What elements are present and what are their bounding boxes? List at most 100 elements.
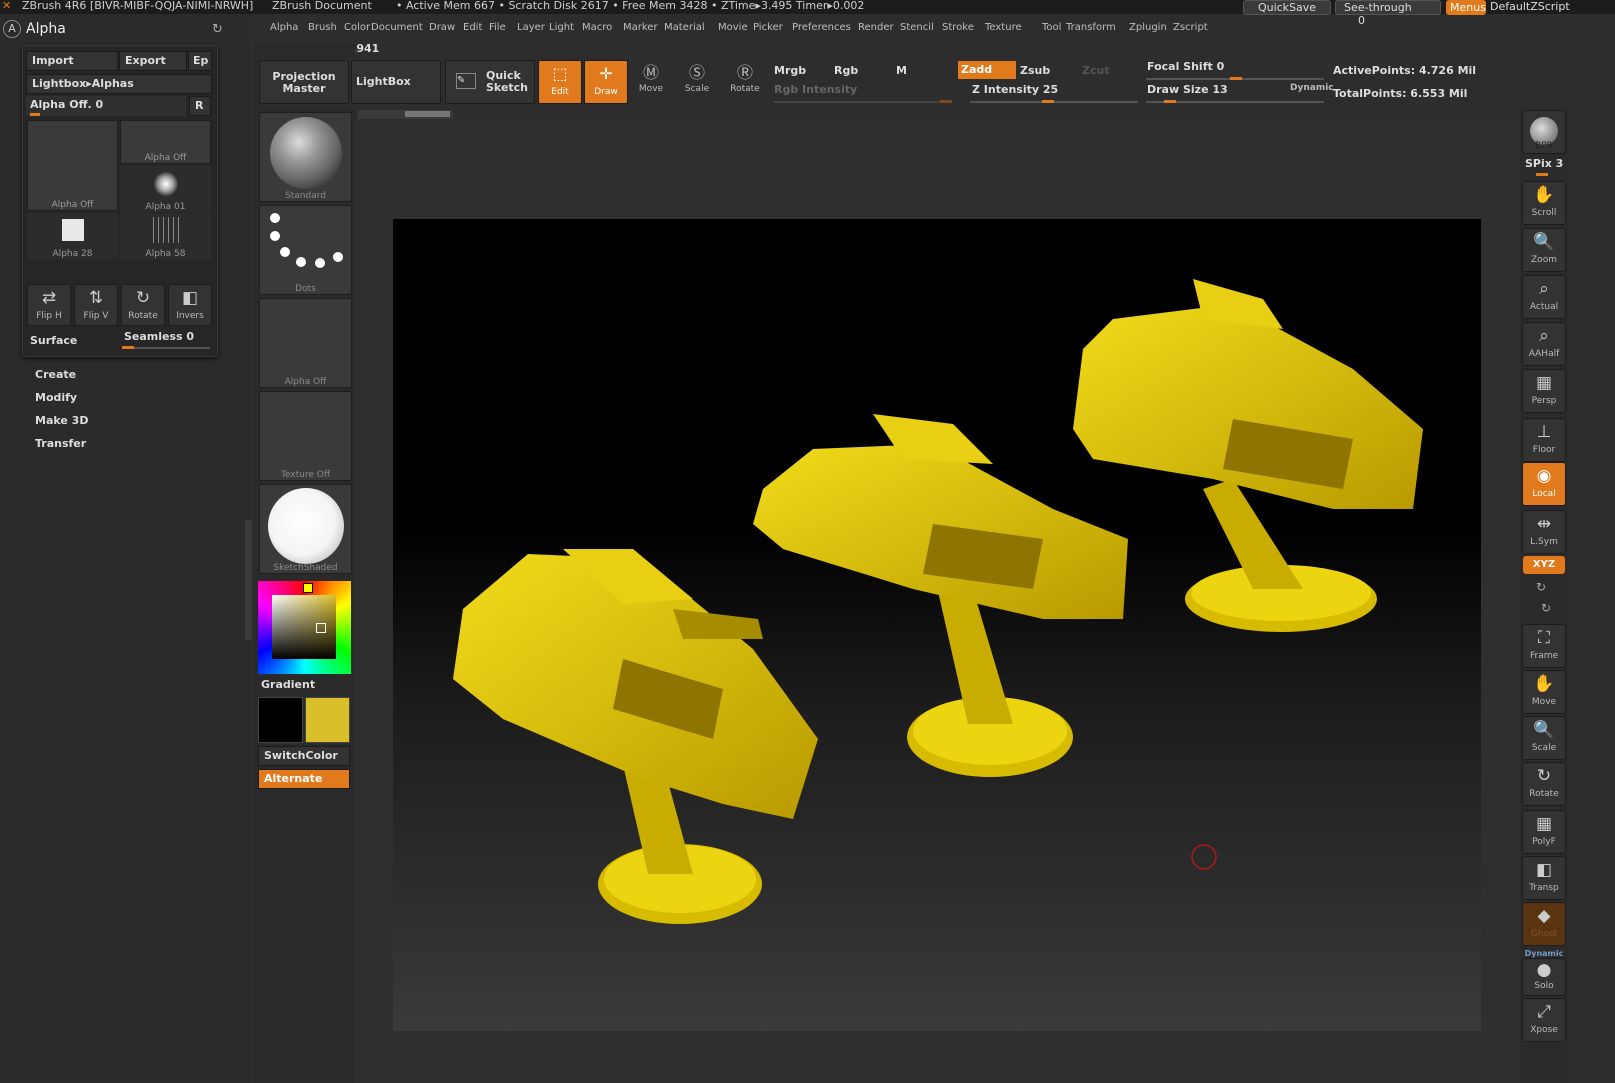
scroll-button[interactable]: ✋ Scroll — [1522, 181, 1566, 225]
menu-material[interactable]: Material — [664, 22, 705, 33]
lightbox-button[interactable]: LightBox — [351, 60, 441, 104]
rotate-y-icon[interactable]: ↻ — [1536, 580, 1546, 594]
menu-movie[interactable]: Movie — [718, 22, 748, 33]
modify-menu[interactable]: Modify — [35, 391, 77, 404]
menu-stencil[interactable]: Stencil — [900, 22, 934, 33]
m-button[interactable]: M — [896, 64, 907, 77]
transfer-menu[interactable]: Transfer — [35, 437, 86, 450]
menu-transform[interactable]: Transform — [1066, 22, 1116, 33]
polyf-button[interactable]: ▦ PolyF — [1522, 810, 1566, 854]
alpha-58-thumb[interactable]: Alpha 58 — [120, 213, 211, 259]
menu-document[interactable]: Document — [371, 22, 423, 33]
rgb-button[interactable]: Rgb — [834, 64, 858, 77]
menu-picker[interactable]: Picker — [753, 22, 783, 33]
stroke-dots-tile[interactable]: Dots — [259, 205, 352, 295]
draw-button[interactable]: ✛ Draw — [584, 60, 628, 104]
rotate-z-icon[interactable]: ↻ — [1541, 601, 1551, 615]
menu-file[interactable]: File — [489, 22, 506, 33]
surface-button[interactable]: Surface — [30, 334, 77, 347]
menu-render[interactable]: Render — [858, 22, 894, 33]
menu-tool[interactable]: Tool — [1042, 22, 1061, 33]
default-zscript-button[interactable]: DefaultZScript — [1490, 0, 1615, 13]
ghost-button[interactable]: ◆ Ghost — [1522, 902, 1566, 946]
draw-size-slider[interactable]: Draw Size 13 Dynamic — [1146, 82, 1334, 104]
export-button[interactable]: Export — [119, 51, 187, 71]
local-button[interactable]: ◉ Local — [1522, 462, 1566, 506]
menu-edit[interactable]: Edit — [463, 22, 482, 33]
ep-button[interactable]: Ep — [188, 51, 212, 71]
alpha-off-tile[interactable]: Alpha Off — [259, 298, 352, 388]
menu-alpha[interactable]: Alpha — [270, 22, 298, 33]
rgb-intensity-slider[interactable]: Rgb Intensity — [774, 82, 954, 104]
z-intensity-slider[interactable]: Z Intensity 25 — [970, 82, 1140, 104]
flip-h-button[interactable]: ⇄ Flip H — [27, 284, 71, 326]
canvas-scroll-track[interactable] — [358, 110, 453, 119]
xyz-symmetry-button[interactable]: XYZ — [1523, 556, 1565, 574]
scale-mode-button[interactable]: Ⓢ Scale — [676, 62, 718, 102]
move-mode-button[interactable]: Ⓜ Move — [630, 62, 672, 102]
canvas-scroll-thumb[interactable] — [405, 111, 450, 117]
tray-divider-handle[interactable] — [245, 520, 252, 640]
move-button[interactable]: ✋ Move — [1522, 670, 1566, 714]
scale-button[interactable]: 🔍 Scale — [1522, 716, 1566, 760]
refresh-icon[interactable]: ↻ — [212, 22, 223, 37]
alpha-palette-icon[interactable]: A — [3, 20, 21, 38]
menu-brush[interactable]: Brush — [308, 22, 337, 33]
r-button[interactable]: R — [189, 96, 211, 116]
see-through-slider[interactable]: See-through 0 — [1335, 0, 1441, 27]
alpha-palette-title[interactable]: Alpha — [26, 21, 66, 37]
floor-button[interactable]: ⊥ Floor — [1522, 418, 1566, 462]
actual-button[interactable]: ⌕ Actual — [1522, 275, 1566, 319]
aahalf-button[interactable]: ⌕ AAHalf — [1522, 322, 1566, 366]
zcut-button[interactable]: Zcut — [1082, 64, 1110, 77]
focal-shift-slider[interactable]: Focal Shift 0 — [1146, 59, 1326, 81]
alpha-28-thumb[interactable]: Alpha 28 — [27, 213, 118, 259]
edit-button[interactable]: ⬚ Edit — [538, 60, 582, 104]
rotate-alpha-button[interactable]: ↻ Rotate — [121, 284, 165, 326]
brush-standard-tile[interactable]: Standard — [259, 112, 352, 202]
menu-zplugin[interactable]: Zplugin — [1129, 22, 1167, 33]
transp-button[interactable]: ◧ Transp — [1522, 856, 1566, 900]
material-tile[interactable]: SketchShaded — [259, 484, 352, 574]
spix-slider[interactable]: SPix 3 — [1524, 157, 1564, 177]
current-alpha-slot[interactable]: Alpha Off — [27, 120, 118, 211]
mrgb-button[interactable]: Mrgb — [774, 64, 806, 77]
menu-macro[interactable]: Macro — [582, 22, 612, 33]
menu-stroke[interactable]: Stroke — [942, 22, 974, 33]
menu-preferences[interactable]: Preferences — [792, 22, 851, 33]
xpose-button[interactable]: ⤢ Xpose — [1522, 998, 1566, 1042]
menu-marker[interactable]: Marker — [623, 22, 658, 33]
alpha-01-thumb[interactable]: Alpha 01 — [120, 166, 211, 212]
lightbox-alphas-button[interactable]: Lightbox▸Alphas — [26, 74, 212, 94]
hue-marker[interactable] — [303, 583, 313, 593]
zsub-button[interactable]: Zsub — [1020, 64, 1050, 77]
flip-v-button[interactable]: ⇅ Flip V — [74, 284, 118, 326]
alternate-button[interactable]: Alternate — [258, 769, 350, 789]
alpha-off-thumb[interactable]: Alpha Off — [120, 120, 211, 164]
rotate-mode-button[interactable]: Ⓡ Rotate — [724, 62, 766, 102]
menu-zscript[interactable]: Zscript — [1173, 22, 1208, 33]
color-saturation-square[interactable] — [272, 595, 336, 659]
alpha-off-slider[interactable]: Alpha Off. 0 — [26, 96, 186, 116]
solo-button[interactable]: ● Solo — [1522, 958, 1566, 996]
frame-button[interactable]: ⛶ Frame — [1522, 624, 1566, 668]
menu-light[interactable]: Light — [549, 22, 574, 33]
menu-texture[interactable]: Texture — [985, 22, 1022, 33]
bpr-button[interactable]: BPR — [1522, 110, 1566, 154]
zadd-button[interactable]: Zadd — [958, 61, 1016, 79]
switchcolor-button[interactable]: SwitchColor — [258, 746, 350, 766]
primary-color-swatch[interactable] — [258, 697, 303, 743]
quick-sketch-button[interactable]: ✎ Quick Sketch — [445, 60, 535, 104]
persp-button[interactable]: ▦ Persp — [1522, 369, 1566, 413]
secondary-color-swatch[interactable] — [305, 697, 350, 743]
create-menu[interactable]: Create — [35, 368, 76, 381]
menus-button[interactable]: Menus — [1446, 0, 1486, 15]
import-button[interactable]: Import — [26, 51, 118, 71]
texture-off-tile[interactable]: Texture Off — [259, 391, 352, 481]
l-sym-button[interactable]: ⇹ L.Sym — [1522, 510, 1566, 554]
seamless-slider[interactable]: Seamless 0 — [120, 330, 212, 350]
projection-master-button[interactable]: Projection Master — [259, 60, 349, 104]
menu-layer[interactable]: Layer — [517, 22, 545, 33]
color-marker[interactable] — [316, 623, 326, 633]
invers-button[interactable]: ◧ Invers — [168, 284, 212, 326]
